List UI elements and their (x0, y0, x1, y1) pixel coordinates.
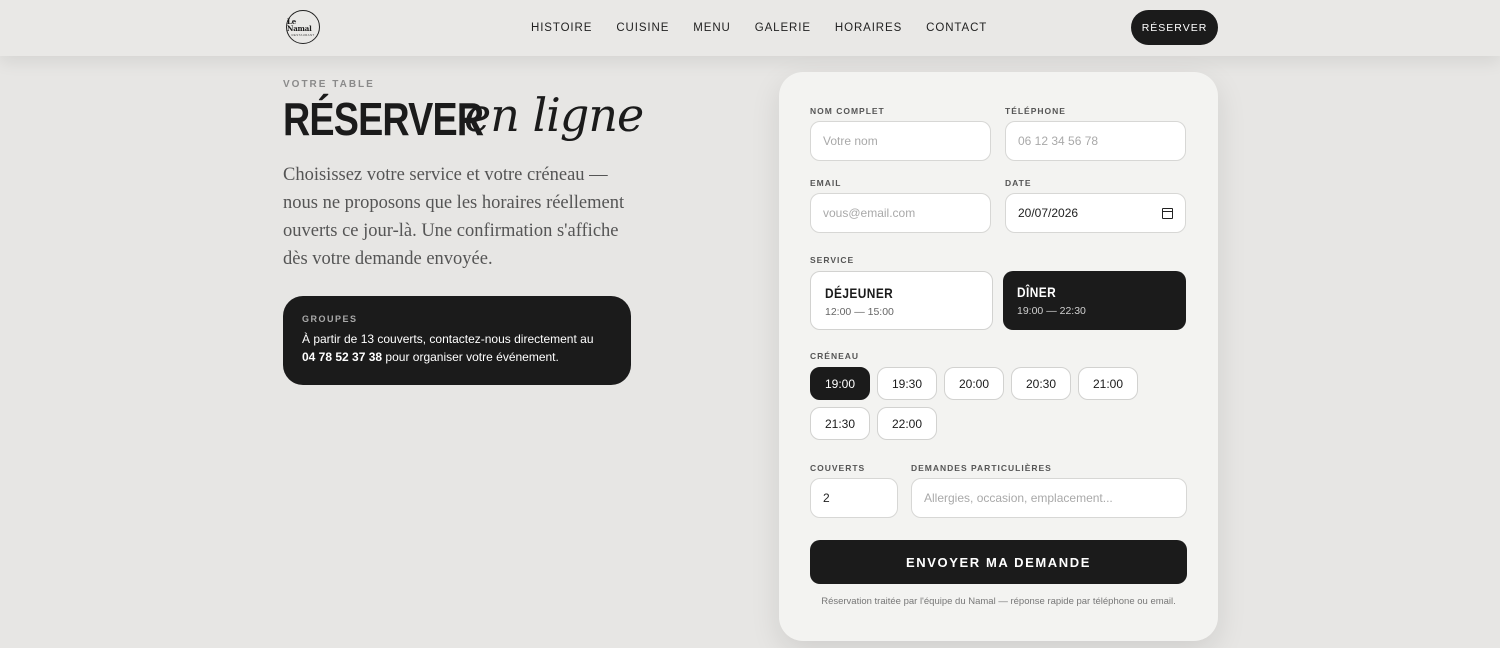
page-title: RÉSERVER en ligne (283, 88, 644, 150)
phone-label: TÉLÉPHONE (1005, 106, 1066, 116)
email-label: EMAIL (810, 178, 842, 188)
date-value: 20/07/2026 (1018, 206, 1079, 220)
nav-link-horaires[interactable]: HORAIRES (835, 21, 902, 35)
reservation-form: NOM COMPLET Votre nom TÉLÉPHONE 06 12 34… (779, 72, 1218, 641)
requests-input[interactable]: Allergies, occasion, emplacement... (911, 478, 1187, 518)
date-label: DATE (1005, 178, 1032, 188)
time-slot-1900[interactable]: 19:00 (810, 367, 870, 400)
service-option-dejeuner[interactable]: DÉJEUNER 12:00 — 15:00 (810, 271, 993, 330)
nav-link-galerie[interactable]: GALERIE (755, 21, 811, 35)
service-label: SERVICE (810, 255, 855, 265)
phone-placeholder: 06 12 34 56 78 (1018, 134, 1099, 148)
requests-label: DEMANDES PARTICULIÈRES (911, 463, 1052, 473)
nav-link-cuisine[interactable]: CUISINE (616, 21, 669, 35)
name-placeholder: Votre nom (823, 134, 878, 148)
covers-input[interactable]: 2 (810, 478, 898, 518)
groups-label: GROUPES (302, 314, 358, 324)
groups-text-before: À partir de 13 couverts, contactez-nous … (302, 332, 594, 346)
service-name: DÎNER (1017, 284, 1057, 300)
time-slot-2100[interactable]: 21:00 (1078, 367, 1138, 400)
name-input[interactable]: Votre nom (810, 121, 991, 161)
nav-link-menu[interactable]: MENU (693, 21, 730, 35)
phone-input[interactable]: 06 12 34 56 78 (1005, 121, 1186, 161)
time-slot-2000[interactable]: 20:00 (944, 367, 1004, 400)
intro-text: Choisissez votre service et votre crénea… (283, 165, 625, 269)
groups-phone[interactable]: 04 78 52 37 38 (302, 350, 382, 364)
title-main: RÉSERVER (283, 93, 484, 145)
submit-button[interactable]: ENVOYER MA DEMANDE (810, 540, 1187, 584)
calendar-icon[interactable] (1162, 207, 1173, 219)
time-slot-2130[interactable]: 21:30 (810, 407, 870, 440)
restaurant-logo[interactable]: Le Namal RESTAURANT (286, 10, 320, 44)
name-label: NOM COMPLET (810, 106, 885, 116)
nav-link-histoire[interactable]: HISTOIRE (531, 21, 592, 35)
reserve-button[interactable]: RÉSERVER (1131, 10, 1218, 45)
form-footnote: Réservation traitée par l'équipe du Nama… (821, 596, 1176, 607)
slot-label: CRÉNEAU (810, 351, 860, 361)
title-script: en ligne (464, 88, 644, 142)
site-header: Le Namal RESTAURANT HISTOIRE CUISINE MEN… (0, 0, 1500, 56)
email-input[interactable]: vous@email.com (810, 193, 991, 233)
time-slot-2030[interactable]: 20:30 (1011, 367, 1071, 400)
groups-text-after: pour organiser votre événement. (385, 350, 559, 364)
time-slot-2200[interactable]: 22:00 (877, 407, 937, 440)
main-nav: HISTOIRE CUISINE MENU GALERIE HORAIRES C… (531, 21, 987, 35)
groups-text: À partir de 13 couverts, contactez-nous … (302, 330, 612, 366)
covers-value: 2 (823, 491, 830, 505)
service-hours: 19:00 — 22:30 (1017, 305, 1086, 317)
nav-link-contact[interactable]: CONTACT (926, 21, 987, 35)
groups-info-card: GROUPES À partir de 13 couverts, contact… (283, 296, 631, 385)
requests-placeholder: Allergies, occasion, emplacement... (924, 491, 1113, 505)
covers-label: COUVERTS (810, 463, 866, 473)
date-input[interactable]: 20/07/2026 (1005, 193, 1186, 233)
logo-name: Le Namal (287, 16, 312, 33)
email-placeholder: vous@email.com (823, 206, 916, 220)
logo-tagline: RESTAURANT (291, 32, 315, 37)
service-option-diner[interactable]: DÎNER 19:00 — 22:30 (1003, 271, 1186, 330)
service-name: DÉJEUNER (825, 285, 894, 301)
time-slot-1930[interactable]: 19:30 (877, 367, 937, 400)
service-hours: 12:00 — 15:00 (825, 306, 894, 318)
